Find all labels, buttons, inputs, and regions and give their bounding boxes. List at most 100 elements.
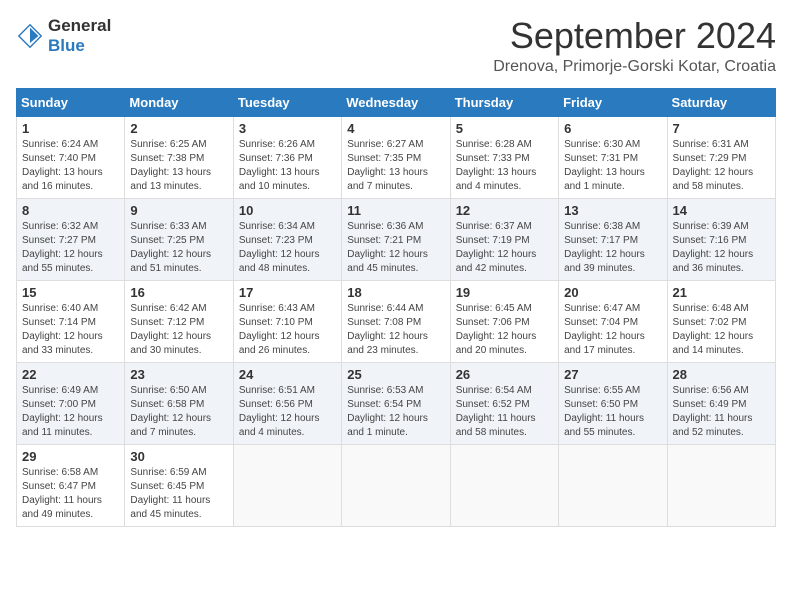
calendar-cell: 20 Sunrise: 6:47 AMSunset: 7:04 PMDaylig…	[559, 280, 667, 362]
day-number: 17	[239, 285, 336, 300]
day-number: 14	[673, 203, 770, 218]
cell-info: Sunrise: 6:51 AMSunset: 6:56 PMDaylight:…	[239, 385, 320, 438]
cell-info: Sunrise: 6:33 AMSunset: 7:25 PMDaylight:…	[130, 221, 211, 274]
calendar-cell	[559, 444, 667, 526]
calendar-cell: 8 Sunrise: 6:32 AMSunset: 7:27 PMDayligh…	[17, 198, 125, 280]
cell-info: Sunrise: 6:59 AMSunset: 6:45 PMDaylight:…	[130, 467, 210, 520]
cell-info: Sunrise: 6:50 AMSunset: 6:58 PMDaylight:…	[130, 385, 211, 438]
calendar-cell: 29 Sunrise: 6:58 AMSunset: 6:47 PMDaylig…	[17, 444, 125, 526]
calendar-cell: 19 Sunrise: 6:45 AMSunset: 7:06 PMDaylig…	[450, 280, 558, 362]
calendar-cell: 9 Sunrise: 6:33 AMSunset: 7:25 PMDayligh…	[125, 198, 233, 280]
calendar-cell: 24 Sunrise: 6:51 AMSunset: 6:56 PMDaylig…	[233, 362, 341, 444]
day-number: 15	[22, 285, 119, 300]
header: General Blue September 2024 Drenova, Pri…	[16, 16, 776, 76]
calendar-cell: 15 Sunrise: 6:40 AMSunset: 7:14 PMDaylig…	[17, 280, 125, 362]
day-number: 25	[347, 367, 444, 382]
calendar-cell: 3 Sunrise: 6:26 AMSunset: 7:36 PMDayligh…	[233, 116, 341, 198]
logo-blue: Blue	[48, 36, 111, 56]
day-number: 22	[22, 367, 119, 382]
location-title: Drenova, Primorje-Gorski Kotar, Croatia	[493, 58, 776, 76]
calendar-cell: 30 Sunrise: 6:59 AMSunset: 6:45 PMDaylig…	[125, 444, 233, 526]
cell-info: Sunrise: 6:48 AMSunset: 7:02 PMDaylight:…	[673, 303, 754, 356]
day-number: 6	[564, 121, 661, 136]
day-number: 10	[239, 203, 336, 218]
month-title: September 2024	[493, 16, 776, 56]
cell-info: Sunrise: 6:27 AMSunset: 7:35 PMDaylight:…	[347, 139, 428, 192]
calendar-cell: 26 Sunrise: 6:54 AMSunset: 6:52 PMDaylig…	[450, 362, 558, 444]
week-row-4: 22 Sunrise: 6:49 AMSunset: 7:00 PMDaylig…	[17, 362, 776, 444]
cell-info: Sunrise: 6:39 AMSunset: 7:16 PMDaylight:…	[673, 221, 754, 274]
calendar-cell: 17 Sunrise: 6:43 AMSunset: 7:10 PMDaylig…	[233, 280, 341, 362]
calendar-cell: 2 Sunrise: 6:25 AMSunset: 7:38 PMDayligh…	[125, 116, 233, 198]
day-number: 13	[564, 203, 661, 218]
calendar-cell: 5 Sunrise: 6:28 AMSunset: 7:33 PMDayligh…	[450, 116, 558, 198]
cell-info: Sunrise: 6:26 AMSunset: 7:36 PMDaylight:…	[239, 139, 320, 192]
cell-info: Sunrise: 6:37 AMSunset: 7:19 PMDaylight:…	[456, 221, 537, 274]
week-row-5: 29 Sunrise: 6:58 AMSunset: 6:47 PMDaylig…	[17, 444, 776, 526]
cell-info: Sunrise: 6:58 AMSunset: 6:47 PMDaylight:…	[22, 467, 102, 520]
day-number: 3	[239, 121, 336, 136]
cell-info: Sunrise: 6:49 AMSunset: 7:00 PMDaylight:…	[22, 385, 103, 438]
cell-info: Sunrise: 6:36 AMSunset: 7:21 PMDaylight:…	[347, 221, 428, 274]
header-tuesday: Tuesday	[233, 88, 341, 116]
day-number: 28	[673, 367, 770, 382]
day-number: 27	[564, 367, 661, 382]
day-number: 18	[347, 285, 444, 300]
calendar-cell: 22 Sunrise: 6:49 AMSunset: 7:00 PMDaylig…	[17, 362, 125, 444]
day-number: 7	[673, 121, 770, 136]
day-number: 20	[564, 285, 661, 300]
cell-info: Sunrise: 6:24 AMSunset: 7:40 PMDaylight:…	[22, 139, 103, 192]
header-saturday: Saturday	[667, 88, 775, 116]
cell-info: Sunrise: 6:53 AMSunset: 6:54 PMDaylight:…	[347, 385, 428, 438]
cell-info: Sunrise: 6:30 AMSunset: 7:31 PMDaylight:…	[564, 139, 645, 192]
cell-info: Sunrise: 6:38 AMSunset: 7:17 PMDaylight:…	[564, 221, 645, 274]
calendar-cell	[450, 444, 558, 526]
cell-info: Sunrise: 6:34 AMSunset: 7:23 PMDaylight:…	[239, 221, 320, 274]
calendar-cell: 18 Sunrise: 6:44 AMSunset: 7:08 PMDaylig…	[342, 280, 450, 362]
calendar-cell	[342, 444, 450, 526]
calendar-cell: 14 Sunrise: 6:39 AMSunset: 7:16 PMDaylig…	[667, 198, 775, 280]
calendar-cell: 1 Sunrise: 6:24 AMSunset: 7:40 PMDayligh…	[17, 116, 125, 198]
day-number: 23	[130, 367, 227, 382]
day-number: 4	[347, 121, 444, 136]
cell-info: Sunrise: 6:28 AMSunset: 7:33 PMDaylight:…	[456, 139, 537, 192]
day-number: 9	[130, 203, 227, 218]
day-number: 30	[130, 449, 227, 464]
cell-info: Sunrise: 6:32 AMSunset: 7:27 PMDaylight:…	[22, 221, 103, 274]
calendar-cell: 10 Sunrise: 6:34 AMSunset: 7:23 PMDaylig…	[233, 198, 341, 280]
cell-info: Sunrise: 6:42 AMSunset: 7:12 PMDaylight:…	[130, 303, 211, 356]
header-monday: Monday	[125, 88, 233, 116]
day-number: 16	[130, 285, 227, 300]
calendar-cell: 7 Sunrise: 6:31 AMSunset: 7:29 PMDayligh…	[667, 116, 775, 198]
day-number: 11	[347, 203, 444, 218]
cell-info: Sunrise: 6:47 AMSunset: 7:04 PMDaylight:…	[564, 303, 645, 356]
calendar-cell	[233, 444, 341, 526]
calendar-table: Sunday Monday Tuesday Wednesday Thursday…	[16, 88, 776, 527]
logo: General Blue	[16, 16, 111, 56]
cell-info: Sunrise: 6:25 AMSunset: 7:38 PMDaylight:…	[130, 139, 211, 192]
day-number: 21	[673, 285, 770, 300]
cell-info: Sunrise: 6:31 AMSunset: 7:29 PMDaylight:…	[673, 139, 754, 192]
day-number: 24	[239, 367, 336, 382]
days-header-row: Sunday Monday Tuesday Wednesday Thursday…	[17, 88, 776, 116]
day-number: 12	[456, 203, 553, 218]
cell-info: Sunrise: 6:40 AMSunset: 7:14 PMDaylight:…	[22, 303, 103, 356]
calendar-cell: 13 Sunrise: 6:38 AMSunset: 7:17 PMDaylig…	[559, 198, 667, 280]
calendar-cell: 6 Sunrise: 6:30 AMSunset: 7:31 PMDayligh…	[559, 116, 667, 198]
day-number: 29	[22, 449, 119, 464]
day-number: 2	[130, 121, 227, 136]
day-number: 26	[456, 367, 553, 382]
week-row-1: 1 Sunrise: 6:24 AMSunset: 7:40 PMDayligh…	[17, 116, 776, 198]
cell-info: Sunrise: 6:56 AMSunset: 6:49 PMDaylight:…	[673, 385, 753, 438]
calendar-cell: 23 Sunrise: 6:50 AMSunset: 6:58 PMDaylig…	[125, 362, 233, 444]
cell-info: Sunrise: 6:54 AMSunset: 6:52 PMDaylight:…	[456, 385, 536, 438]
day-number: 5	[456, 121, 553, 136]
logo-icon	[16, 22, 44, 50]
cell-info: Sunrise: 6:45 AMSunset: 7:06 PMDaylight:…	[456, 303, 537, 356]
header-sunday: Sunday	[17, 88, 125, 116]
day-number: 1	[22, 121, 119, 136]
day-number: 8	[22, 203, 119, 218]
calendar-cell: 11 Sunrise: 6:36 AMSunset: 7:21 PMDaylig…	[342, 198, 450, 280]
header-wednesday: Wednesday	[342, 88, 450, 116]
calendar-cell: 4 Sunrise: 6:27 AMSunset: 7:35 PMDayligh…	[342, 116, 450, 198]
